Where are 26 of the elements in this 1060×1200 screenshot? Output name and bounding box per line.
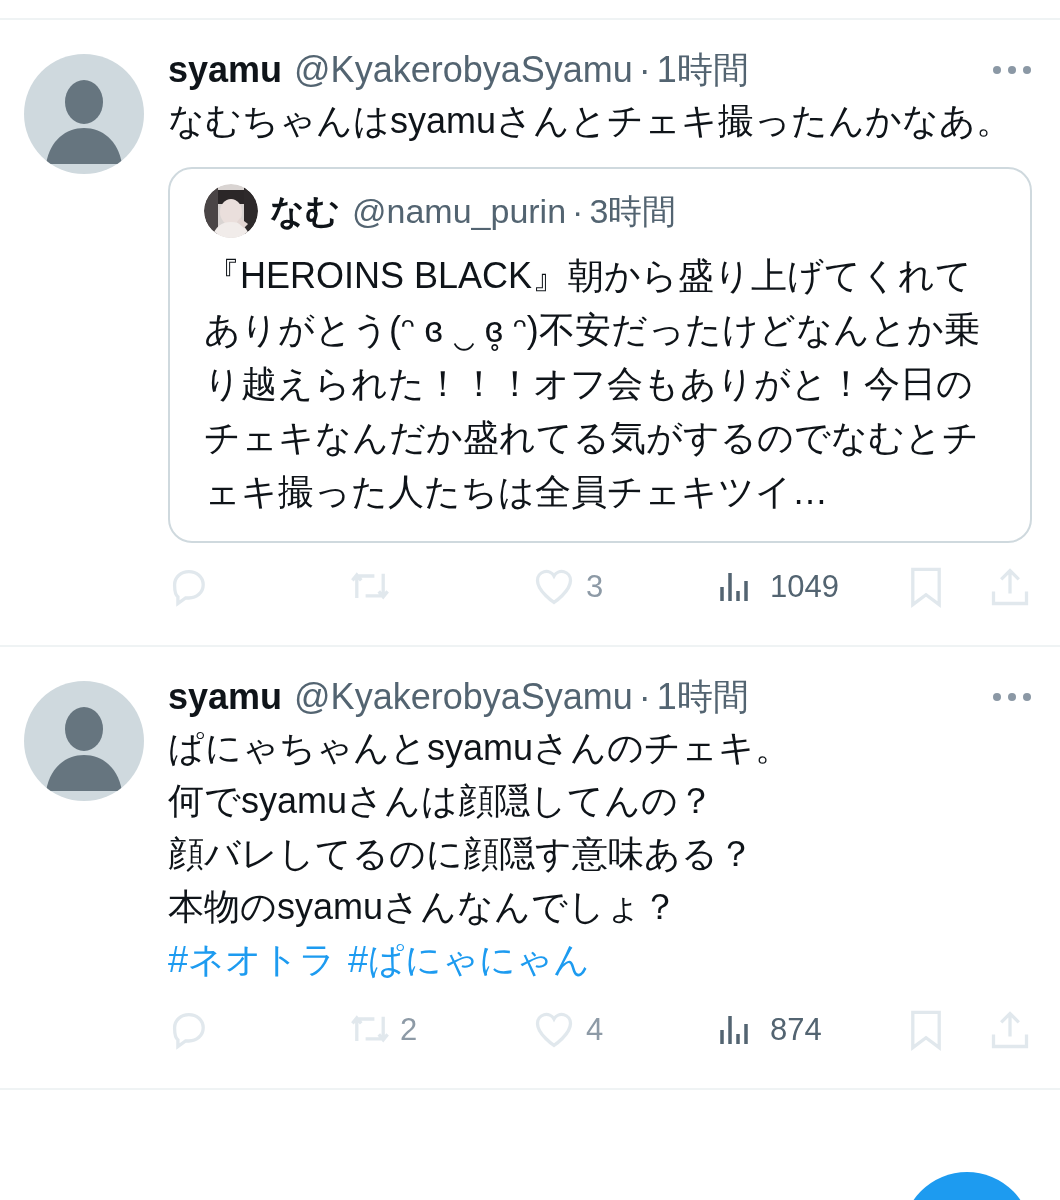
timestamp[interactable]: 1時間 — [656, 673, 749, 721]
user-name[interactable]: syamu — [168, 46, 283, 94]
retweet-count: 2 — [400, 1010, 418, 1049]
user-name[interactable]: syamu — [168, 673, 283, 721]
more-icon[interactable] — [992, 692, 1032, 702]
quoted-tweet-card[interactable]: なむ @namu_purin · 3時間 『HEROINS BLACK』朝から盛り上げてくれてありがとう(ᵔ ɞ ‿ ɞ̥ ᵔ)不安だったけどなんとか乗り越えられた！！！オフ会もありがと！今日のチェキなんだか盛れてる気がするのでなむとチェキ撮った人たちは全員チェキツイ… — [168, 167, 1032, 543]
tweet-text: ぱにゃちゃんとsyamuさんのチェキ。 — [168, 726, 793, 770]
timestamp[interactable]: 1時間 — [656, 46, 749, 94]
timestamp[interactable]: 3時間 — [589, 183, 677, 239]
separator-dot: · — [638, 675, 651, 719]
separator-dot: · — [638, 48, 651, 92]
tweet-text: 本物のsyamuさんなんでしょ？ — [168, 885, 680, 929]
view-count: 874 — [770, 1010, 822, 1049]
tweet-text: なむちゃんはsyamuさんとチェキ撮ったんかなあ。 — [168, 99, 1014, 143]
tweet-text: 顔バレしてるのに顔隠す意味ある？ — [168, 832, 755, 876]
user-handle[interactable]: @KyakerobyaSyamu — [294, 673, 633, 721]
like-count: 4 — [586, 1010, 604, 1049]
quoted-tweet-text: 『HEROINS BLACK』朝から盛り上げてくれてありがとう(ᵔ ɞ ‿ ɞ̥ ᵔ)不安だったけどなんとか乗り越えられた！！！オフ会もありがと！今日のチェキなんだか盛れてる気がするのでなむとチェキ撮った人たちは全員チェキツイ… — [204, 254, 981, 514]
user-handle[interactable]: @KyakerobyaSyamu — [294, 46, 633, 94]
user-name[interactable]: なむ — [270, 183, 340, 239]
tweet-text: 何でsyamuさんは顔隠してんの？ — [168, 779, 716, 823]
more-icon[interactable] — [992, 65, 1032, 75]
user-handle[interactable]: @namu_purin — [352, 183, 567, 239]
like-count: 3 — [586, 567, 604, 606]
view-count: 1049 — [770, 567, 839, 606]
separator-dot: · — [572, 191, 584, 232]
